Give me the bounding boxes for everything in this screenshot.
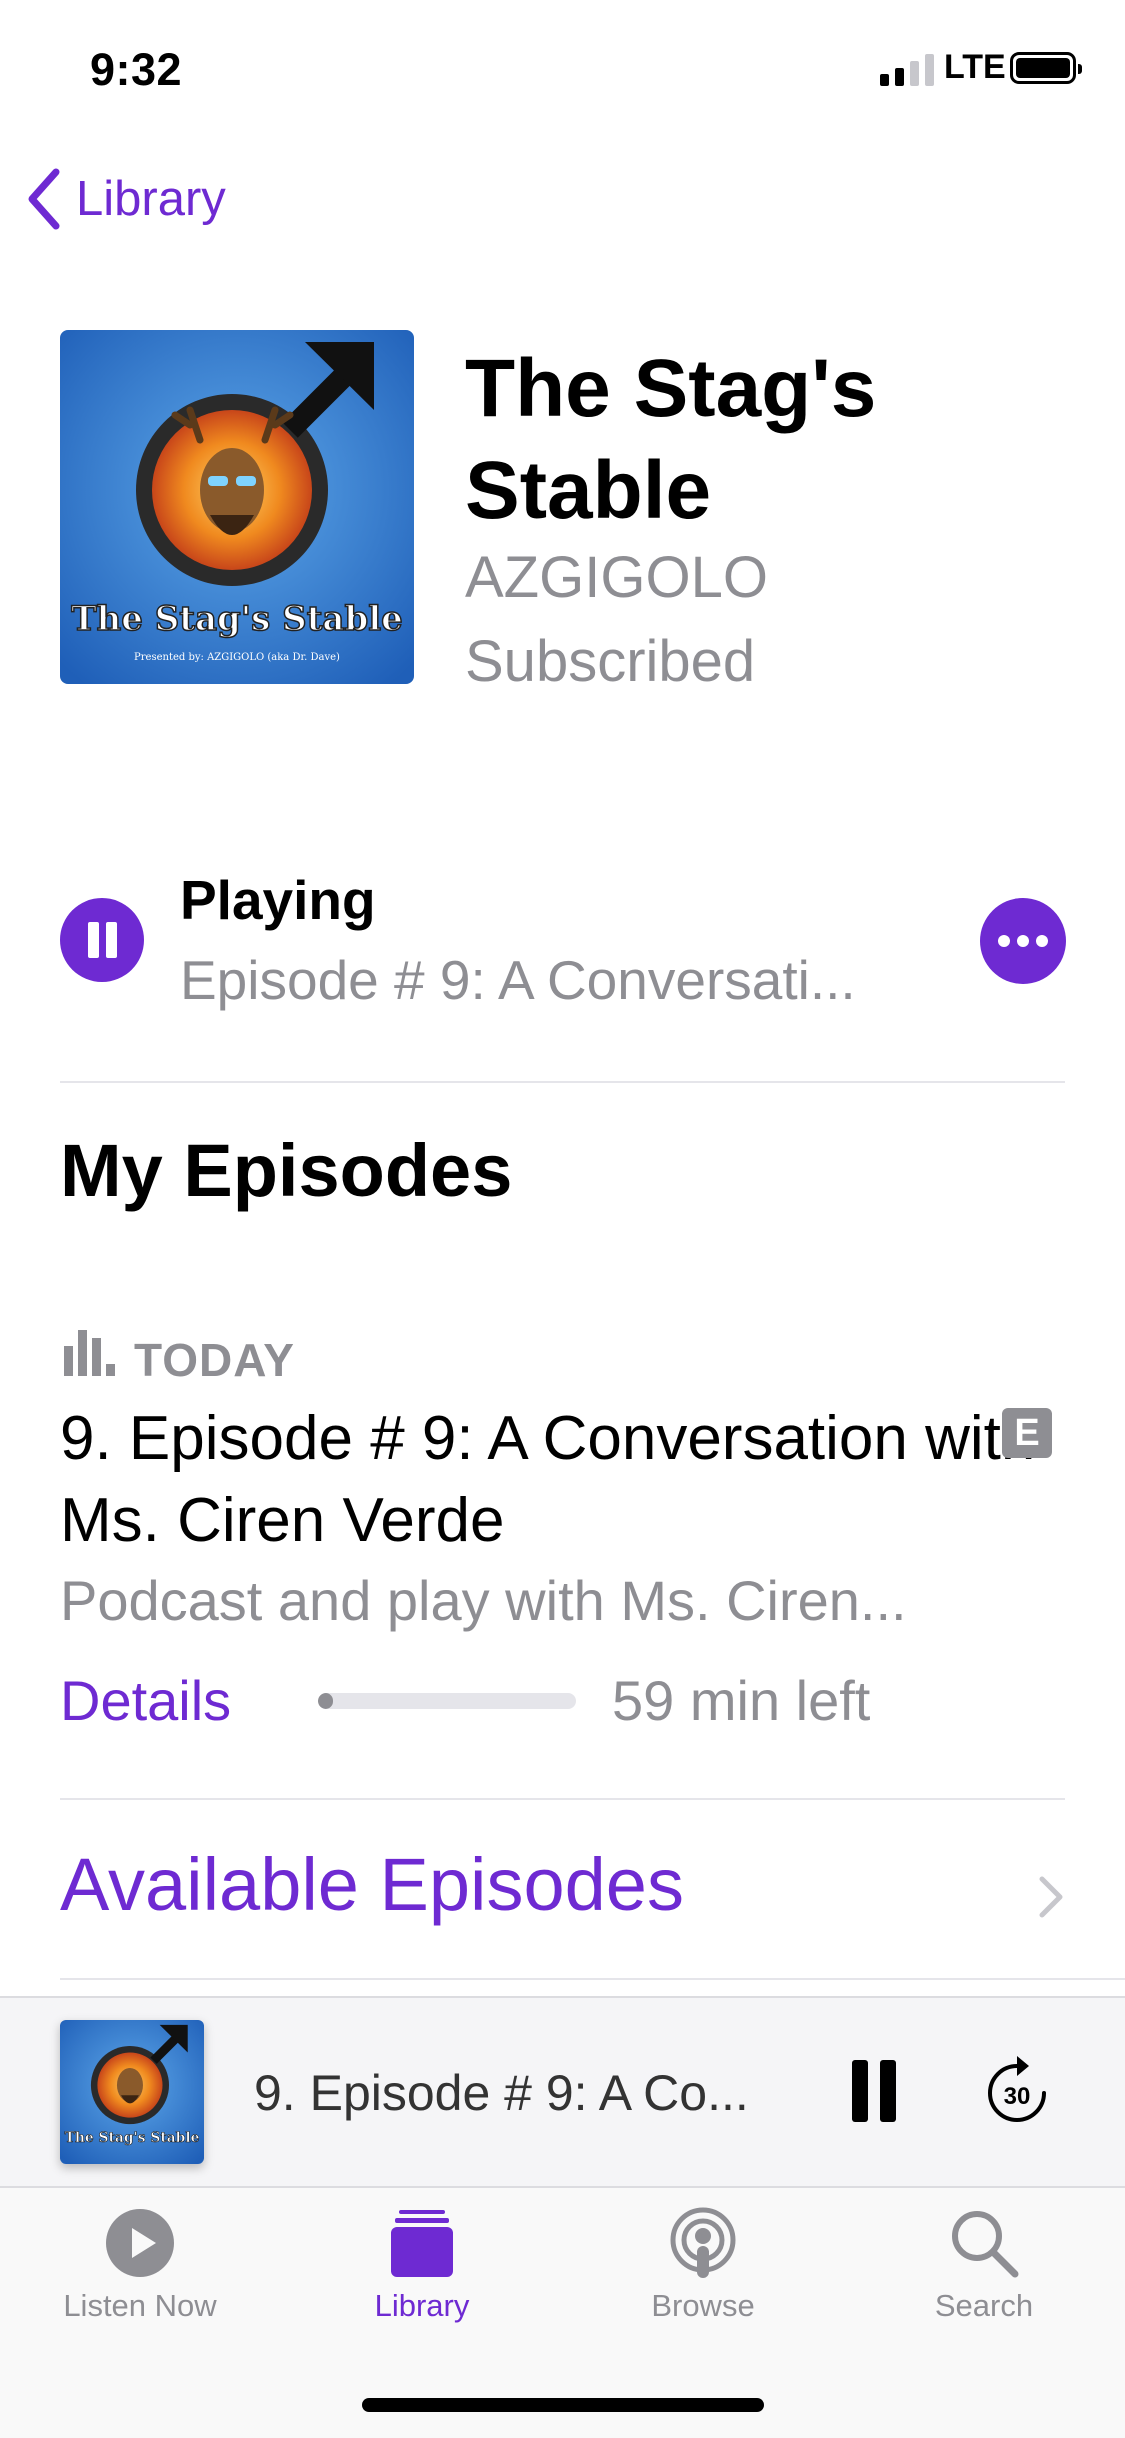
podcast-author[interactable]: AZGIGOLO (465, 544, 768, 611)
mini-player-title[interactable]: 9. Episode # 9: A Co... (254, 2064, 764, 2122)
section-title-my-episodes: My Episodes (60, 1129, 513, 1212)
chevron-left-icon (28, 168, 60, 230)
podcast-artwork[interactable]: The Stag's Stable Presented by: AZGIGOLO… (60, 330, 414, 684)
tab-search[interactable]: Search (864, 2206, 1104, 2324)
tab-label: Browse (651, 2288, 755, 2323)
available-episodes-link[interactable]: Available Episodes (60, 1842, 684, 1927)
chevron-right-icon (1039, 1876, 1063, 1918)
back-label: Library (76, 172, 226, 226)
now-playing-bars-icon (64, 1330, 115, 1376)
episode-date: TODAY (134, 1334, 295, 1386)
podcast-icon (670, 2207, 736, 2278)
artwork-title: The Stag's Stable (71, 599, 403, 639)
skip-seconds: 30 (1004, 2083, 1031, 2110)
skip-forward-30-button[interactable]: 30 (984, 2052, 1050, 2126)
mini-player-artwork[interactable]: The Stag's Stable (60, 2020, 204, 2164)
ellipsis-icon (998, 935, 1010, 947)
mini-artwork-title: The Stag's Stable (65, 2130, 200, 2146)
search-icon (952, 2211, 1019, 2278)
library-icon (391, 2210, 453, 2277)
artwork-subtitle: Presented by: AZGIGOLO (aka Dr. Dave) (134, 652, 340, 663)
pause-icon (852, 2060, 868, 2122)
divider (60, 1978, 1125, 1980)
network-type: LTE (944, 48, 1006, 86)
tab-label: Library (374, 2288, 470, 2323)
home-indicator (362, 2398, 764, 2412)
podcast-title: The Stag's Stable (465, 343, 877, 536)
divider (60, 1798, 1065, 1800)
status-time: 9:32 (90, 44, 183, 95)
mini-pause-button[interactable] (852, 2060, 896, 2122)
divider (60, 1081, 1065, 1083)
episode-title[interactable]: 9. Episode # 9: A Conversation with Ms. … (60, 1398, 1050, 1562)
tab-browse[interactable]: Browse (583, 2206, 823, 2324)
episode-description[interactable]: Podcast and play with Ms. Ciren... (60, 1568, 1050, 1633)
pause-icon (88, 922, 99, 958)
battery-icon (1010, 52, 1082, 84)
episode-progress-bar (318, 1693, 576, 1709)
tab-listen-now[interactable]: Listen Now (20, 2206, 260, 2324)
tab-label: Listen Now (63, 2288, 217, 2323)
details-link[interactable]: Details (60, 1668, 231, 1733)
back-button[interactable]: Library (24, 166, 226, 232)
tab-library[interactable]: Library (302, 2206, 542, 2324)
subscription-status: Subscribed (465, 629, 756, 694)
playing-episode[interactable]: Episode # 9: A Conversati... (180, 948, 940, 1012)
play-circle-icon (106, 2209, 174, 2277)
cellular-signal-icon (880, 52, 940, 86)
playing-label: Playing (180, 869, 376, 931)
explicit-badge: E (1002, 1408, 1052, 1458)
time-left: 59 min left (612, 1669, 871, 1732)
tab-label: Search (934, 2288, 1034, 2323)
pause-button[interactable] (60, 898, 144, 982)
more-button[interactable] (980, 898, 1066, 984)
